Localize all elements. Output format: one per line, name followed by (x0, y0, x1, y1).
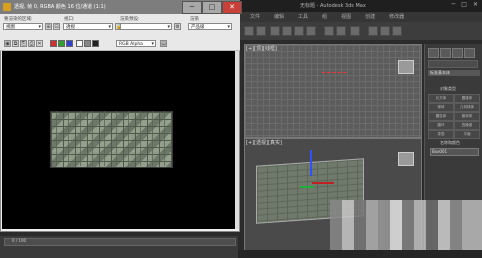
alpha-channel-icon[interactable] (76, 40, 83, 47)
menu-tools[interactable]: 工具 (298, 13, 308, 20)
time-slider[interactable] (4, 238, 236, 246)
create-tab-icon[interactable] (428, 48, 439, 58)
sphere-button[interactable]: 球体 (428, 103, 454, 112)
teapot-button[interactable]: 茶壶 (428, 130, 454, 139)
save-image-icon[interactable]: ▣ (4, 40, 11, 47)
red-channel-icon[interactable] (50, 40, 57, 47)
top-viewport-label[interactable]: [+][顶][线框] (246, 45, 277, 52)
render-label: 渲染 (190, 17, 199, 22)
viewcube-icon[interactable] (398, 152, 414, 166)
app-minimize-button[interactable]: ─ (452, 1, 456, 8)
minimize-button[interactable]: ─ (182, 1, 202, 14)
pyramid-button[interactable]: 四棱锥 (454, 121, 480, 130)
rotate-icon[interactable] (294, 26, 304, 36)
render-window-title: 透视, 帧 0, RGBA 颜色 16 位/通道 (1:1) (14, 4, 106, 10)
area-to-render-dropdown[interactable]: 视图 ▾ (3, 23, 43, 30)
chevron-down-icon: ▾ (38, 24, 41, 30)
object-type-rollout-title[interactable]: 对象类型 (440, 86, 456, 92)
menu-edit[interactable]: 编辑 (274, 13, 284, 20)
app-close-button[interactable]: ✕ (473, 1, 478, 8)
clone-frame-icon[interactable]: ⎘ (20, 40, 27, 47)
category-icon-row[interactable] (428, 60, 478, 68)
green-channel-icon[interactable] (58, 40, 65, 47)
viewport-dropdown[interactable]: 透视 ▾ (63, 23, 113, 30)
box-button[interactable]: 长方体 (428, 94, 454, 103)
select-icon[interactable] (270, 26, 280, 36)
mirror-icon[interactable] (336, 26, 346, 36)
status-bar (238, 250, 482, 258)
monochrome-icon[interactable] (84, 40, 91, 47)
render-preset-label: 渲染预设: (120, 17, 140, 22)
viewcube-icon[interactable] (398, 60, 414, 74)
redo-icon[interactable] (256, 26, 266, 36)
viewport-label: 视口: (64, 17, 75, 22)
toggle-ui-icon[interactable]: ▤ (160, 40, 167, 47)
selected-object-outline (322, 72, 346, 75)
material-editor-icon[interactable] (368, 26, 378, 36)
plane-button[interactable]: 平面 (454, 130, 480, 139)
hierarchy-tab-icon[interactable] (452, 48, 463, 58)
gizmo-x-axis-icon[interactable] (312, 182, 334, 184)
object-name-input[interactable]: Box001 (430, 148, 479, 156)
time-slider-label: 0 / 100 (12, 238, 27, 243)
perspective-viewport-label[interactable]: [+][透视][真实] (246, 139, 282, 146)
primitive-type-dropdown[interactable]: 标准基本体 (428, 70, 480, 76)
geosphere-button[interactable]: 几何球体 (454, 103, 480, 112)
menu-group[interactable]: 组 (322, 13, 327, 20)
chevron-down-icon: ▾ (108, 24, 111, 30)
render-preset-dropdown[interactable]: ▾ (120, 23, 172, 30)
display-channel-dropdown[interactable]: RGB Alpha ▾ (116, 40, 156, 47)
gizmo-z-axis-icon[interactable] (300, 186, 314, 188)
render-mode-dropdown[interactable]: 产品级 ▾ (188, 23, 232, 30)
motion-tab-icon[interactable] (464, 48, 475, 58)
render-setup-icon[interactable]: ⚙ (174, 23, 181, 30)
area-to-render-label: 要渲染的区域: (4, 17, 33, 22)
app-title: 无标题 - Autodesk 3ds Max (300, 3, 366, 9)
viewport-value: 透视 (66, 25, 75, 30)
scale-icon[interactable] (306, 26, 316, 36)
name-color-rollout-title[interactable]: 名称和颜色 (440, 140, 460, 146)
cylinder-button[interactable]: 圆柱体 (428, 112, 454, 121)
auto-region-icon[interactable]: ⊡ (53, 23, 60, 30)
render-setup-icon[interactable] (380, 26, 390, 36)
maximize-button[interactable]: □ (202, 1, 222, 14)
chevron-down-icon: ▾ (227, 24, 230, 30)
close-button[interactable]: ✕ (222, 1, 242, 14)
print-icon[interactable]: ⎙ (28, 40, 35, 47)
area-to-render-value: 视图 (6, 25, 15, 30)
clear-icon[interactable]: ✕ (36, 40, 43, 47)
move-icon[interactable] (282, 26, 292, 36)
tube-button[interactable]: 管状体 (454, 112, 480, 121)
snap-icon[interactable] (324, 26, 334, 36)
vertical-scrollbar[interactable] (235, 51, 239, 229)
top-viewport[interactable] (244, 44, 422, 138)
clear-color-icon[interactable] (92, 40, 99, 47)
menu-modifiers[interactable]: 修改器 (389, 13, 404, 20)
render-icon[interactable] (392, 26, 402, 36)
gizmo-y-axis-icon[interactable] (310, 150, 312, 176)
chevron-down-icon: ▾ (167, 24, 170, 30)
app-menu: 文件 编辑 工具 组 视图 创建 修改器 (250, 13, 404, 20)
menu-file[interactable]: 文件 (250, 13, 260, 20)
render-window-buttons: ─ □ ✕ (182, 1, 242, 14)
stone-brick-pattern (50, 111, 171, 166)
copy-image-icon[interactable]: ⧉ (12, 40, 19, 47)
app-maximize-button[interactable]: □ (461, 1, 467, 8)
undo-icon[interactable] (244, 26, 254, 36)
torus-button[interactable]: 圆环 (428, 121, 454, 130)
app-window-buttons: ─ □ ✕ (452, 1, 478, 8)
app-icon (3, 3, 11, 11)
cone-button[interactable]: 圆锥体 (454, 94, 480, 103)
menu-views[interactable]: 视图 (341, 13, 351, 20)
modify-tab-icon[interactable] (440, 48, 451, 58)
blue-channel-icon[interactable] (66, 40, 73, 47)
render-mode-value: 产品级 (191, 25, 205, 30)
display-channel-value: RGB Alpha (119, 42, 143, 47)
edit-region-icon[interactable]: ⊞ (45, 23, 52, 30)
align-icon[interactable] (350, 26, 360, 36)
menu-create[interactable]: 创建 (365, 13, 375, 20)
chevron-down-icon: ▾ (151, 41, 154, 47)
